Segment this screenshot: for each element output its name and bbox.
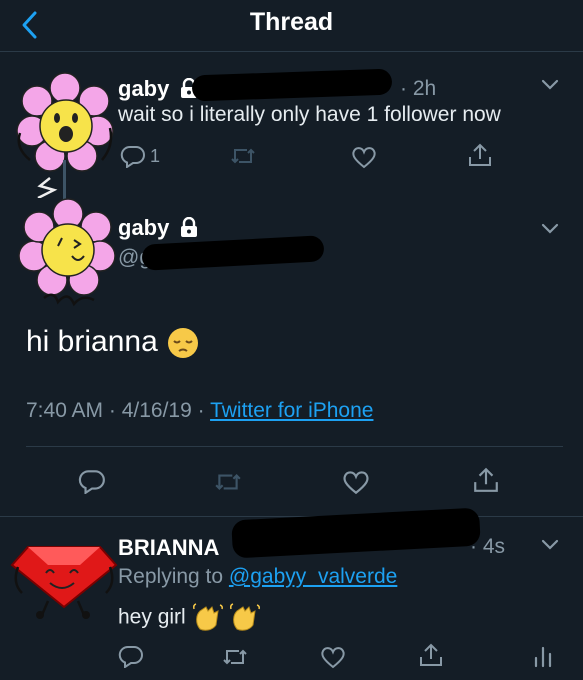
tweet-text: hi brianna bbox=[26, 325, 200, 360]
retweet-button[interactable] bbox=[222, 646, 248, 668]
retweet-icon bbox=[231, 148, 255, 164]
mention-link[interactable]: @gabyy_valverde bbox=[229, 565, 397, 588]
navigation-bar: Thread bbox=[0, 0, 583, 52]
share-button[interactable] bbox=[467, 142, 493, 168]
tweet-time: · 2h bbox=[400, 77, 437, 100]
page-title: Thread bbox=[249, 8, 334, 36]
replying-to: Replying to @gabyy_valverde bbox=[118, 565, 398, 588]
like-icon bbox=[321, 647, 345, 669]
waving-hand-emoji bbox=[230, 603, 261, 631]
tweet-text: hey girl bbox=[118, 603, 261, 633]
reply-count: 1 bbox=[150, 145, 161, 166]
analytics-button[interactable] bbox=[532, 644, 554, 668]
avatar[interactable] bbox=[14, 194, 122, 312]
share-icon bbox=[420, 643, 442, 666]
reply-icon bbox=[78, 470, 105, 494]
tweet-timestamp: 7:40 AM · 4/16/19 · Twitter for iPhone bbox=[26, 399, 374, 422]
chevron-down-icon[interactable] bbox=[539, 217, 561, 239]
retweet-button[interactable] bbox=[230, 145, 256, 167]
redacted-handle bbox=[191, 68, 393, 102]
avatar[interactable] bbox=[8, 537, 120, 619]
share-button[interactable] bbox=[472, 466, 500, 494]
like-button[interactable] bbox=[342, 469, 370, 495]
display-name[interactable]: gaby bbox=[118, 215, 198, 241]
waving-hand-emoji bbox=[192, 603, 223, 631]
display-name[interactable]: BRIANNA bbox=[118, 535, 219, 561]
share-button[interactable] bbox=[418, 642, 444, 668]
reply-icon bbox=[120, 145, 145, 168]
like-icon bbox=[352, 147, 376, 169]
tweet-time: · 4s bbox=[470, 535, 506, 558]
pensive-emoji bbox=[168, 328, 199, 359]
share-icon bbox=[474, 467, 498, 492]
source-link[interactable]: Twitter for iPhone bbox=[210, 399, 373, 422]
analytics-icon bbox=[534, 646, 552, 668]
like-button[interactable] bbox=[320, 645, 346, 669]
chevron-down-icon[interactable] bbox=[539, 73, 561, 95]
tweet-text: wait so i literally only have 1 follower… bbox=[118, 103, 501, 126]
chevron-down-icon[interactable] bbox=[539, 533, 561, 555]
divider bbox=[26, 446, 563, 447]
like-button[interactable] bbox=[351, 145, 377, 169]
reply-button[interactable] bbox=[118, 644, 144, 668]
reply-icon bbox=[118, 645, 143, 668]
reply-button[interactable]: 1 bbox=[120, 144, 160, 168]
display-name[interactable]: gaby bbox=[118, 76, 198, 102]
lock-icon bbox=[181, 217, 198, 237]
retweet-icon bbox=[215, 474, 241, 490]
retweet-button[interactable] bbox=[214, 470, 242, 494]
share-icon bbox=[469, 143, 491, 166]
reply-button[interactable] bbox=[78, 468, 106, 494]
like-icon bbox=[343, 471, 369, 495]
retweet-icon bbox=[223, 649, 247, 665]
